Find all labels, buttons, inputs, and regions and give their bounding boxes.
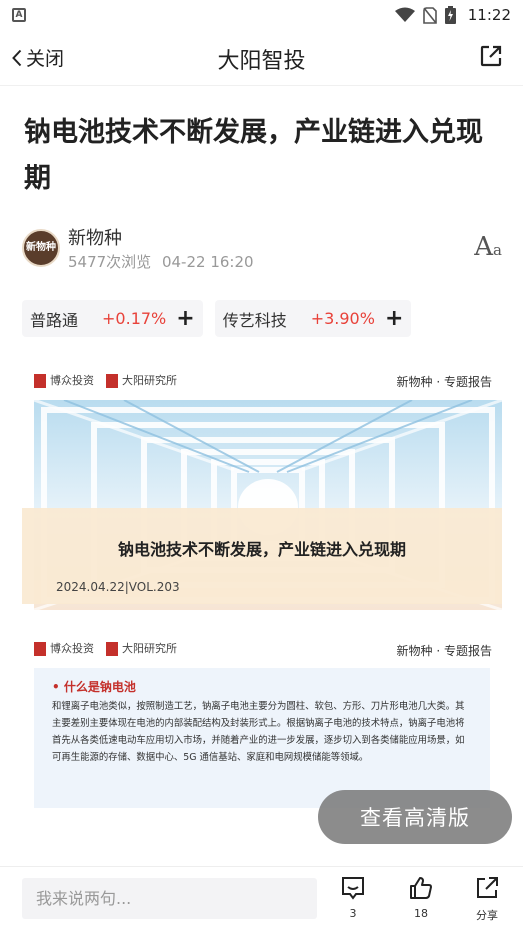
close-label: 关闭: [26, 48, 65, 70]
report-cover-date: 2024.04.22|VOL.203: [56, 580, 180, 594]
wifi-icon: [394, 7, 415, 22]
avatar[interactable]: 新物种: [22, 229, 60, 267]
report-cover-title: 钠电池技术不断发展，产业链进入兑现期: [117, 540, 406, 559]
logo-mark-icon: [34, 374, 46, 388]
bottom-bar: 3 18 分享: [0, 866, 523, 929]
comment-count: 3: [349, 907, 357, 920]
report-section: • 什么是钠电池 和锂离子电池类似，按照制造工艺，钠离子电池主要分为圆柱、软包、…: [34, 668, 490, 808]
close-button[interactable]: 关闭: [12, 44, 64, 71]
report-cover-page: 博众投资 大阳研究所 新物种 · 专题报告 钠电池技术不断发展，产业链进入兑现期…: [22, 360, 502, 628]
no-sim-icon: [422, 6, 437, 24]
status-bar: A 11:22: [0, 0, 523, 30]
view-hd-button[interactable]: 查看高清版: [318, 790, 512, 844]
related-stocks: 普路通 +0.17% + 传艺科技 +3.90% +: [22, 300, 412, 337]
report-tag: 新物种 · 专题报告: [396, 375, 492, 389]
stock-chip[interactable]: 普路通 +0.17% +: [22, 300, 203, 337]
like-button[interactable]: 18: [396, 875, 446, 920]
logo-mark-icon: [106, 642, 118, 656]
external-link-icon: [480, 45, 502, 67]
report-tag: 新物种 · 专题报告: [396, 644, 492, 658]
section-body: 和锂离子电池类似，按照制造工艺，钠离子电池主要分为圆柱、软包、方形、刀片形电池几…: [52, 701, 465, 763]
report-content-page: 博众投资 大阳研究所 新物种 · 专题报告 • 什么是钠电池 和锂离子电池类似，…: [22, 632, 502, 810]
like-count: 18: [414, 907, 428, 920]
comment-button[interactable]: 3: [328, 875, 378, 920]
clock: 11:22: [467, 6, 511, 24]
section-heading: • 什么是钠电池: [52, 680, 136, 694]
share-label: 分享: [476, 909, 498, 922]
page-title: 大阳智投: [217, 49, 306, 74]
app-notification-icon: A: [12, 8, 26, 22]
article-title: 钠电池技术不断发展，产业链进入兑现期: [24, 117, 483, 194]
add-stock-icon[interactable]: +: [385, 307, 403, 330]
font-size-icon-small: a: [493, 241, 502, 259]
font-size-button[interactable]: Aa: [474, 232, 502, 262]
publish-date: 04-22 16:20: [161, 253, 254, 271]
battery-charging-icon: [444, 6, 456, 24]
article-meta: 5477次浏览 04-22 16:20: [68, 251, 254, 272]
report-cover-banner: 钠电池技术不断发展，产业链进入兑现期 2024.04.22|VOL.203: [22, 508, 502, 604]
share-button[interactable]: 分享: [462, 875, 512, 923]
logo-dayang: 大阳研究所: [106, 372, 177, 388]
view-count: 5477次浏览: [68, 253, 152, 271]
stock-change: +0.17%: [102, 309, 167, 328]
stock-name: 传艺科技: [222, 310, 287, 330]
logo-bozhong: 博众投资: [34, 640, 94, 656]
report-image[interactable]: 博众投资 大阳研究所 新物种 · 专题报告 钠电池技术不断发展，产业链进入兑现期…: [22, 360, 502, 810]
stock-change: +3.90%: [310, 309, 375, 328]
comment-icon: [342, 877, 364, 900]
external-link-button[interactable]: [479, 44, 503, 72]
share-icon: [477, 877, 498, 898]
logo-mark-icon: [34, 642, 46, 656]
add-stock-icon[interactable]: +: [176, 307, 194, 330]
logo-bozhong: 博众投资: [34, 372, 94, 388]
logo-mark-icon: [106, 374, 118, 388]
author-name[interactable]: 新物种: [68, 224, 122, 250]
stock-name: 普路通: [30, 310, 79, 330]
stock-chip[interactable]: 传艺科技 +3.90% +: [214, 300, 412, 337]
comment-input[interactable]: [22, 878, 317, 919]
nav-bar: 关闭 大阳智投: [0, 30, 523, 86]
font-size-icon-large: A: [474, 232, 494, 262]
report-logos: 博众投资 大阳研究所: [34, 372, 177, 388]
chevron-left-icon: [12, 49, 22, 66]
report-logos: 博众投资 大阳研究所: [34, 640, 177, 656]
author-row: 新物种 新物种 5477次浏览 04-22 16:20 Aa: [22, 220, 502, 276]
thumbs-up-icon: [410, 877, 432, 899]
logo-dayang: 大阳研究所: [106, 640, 177, 656]
